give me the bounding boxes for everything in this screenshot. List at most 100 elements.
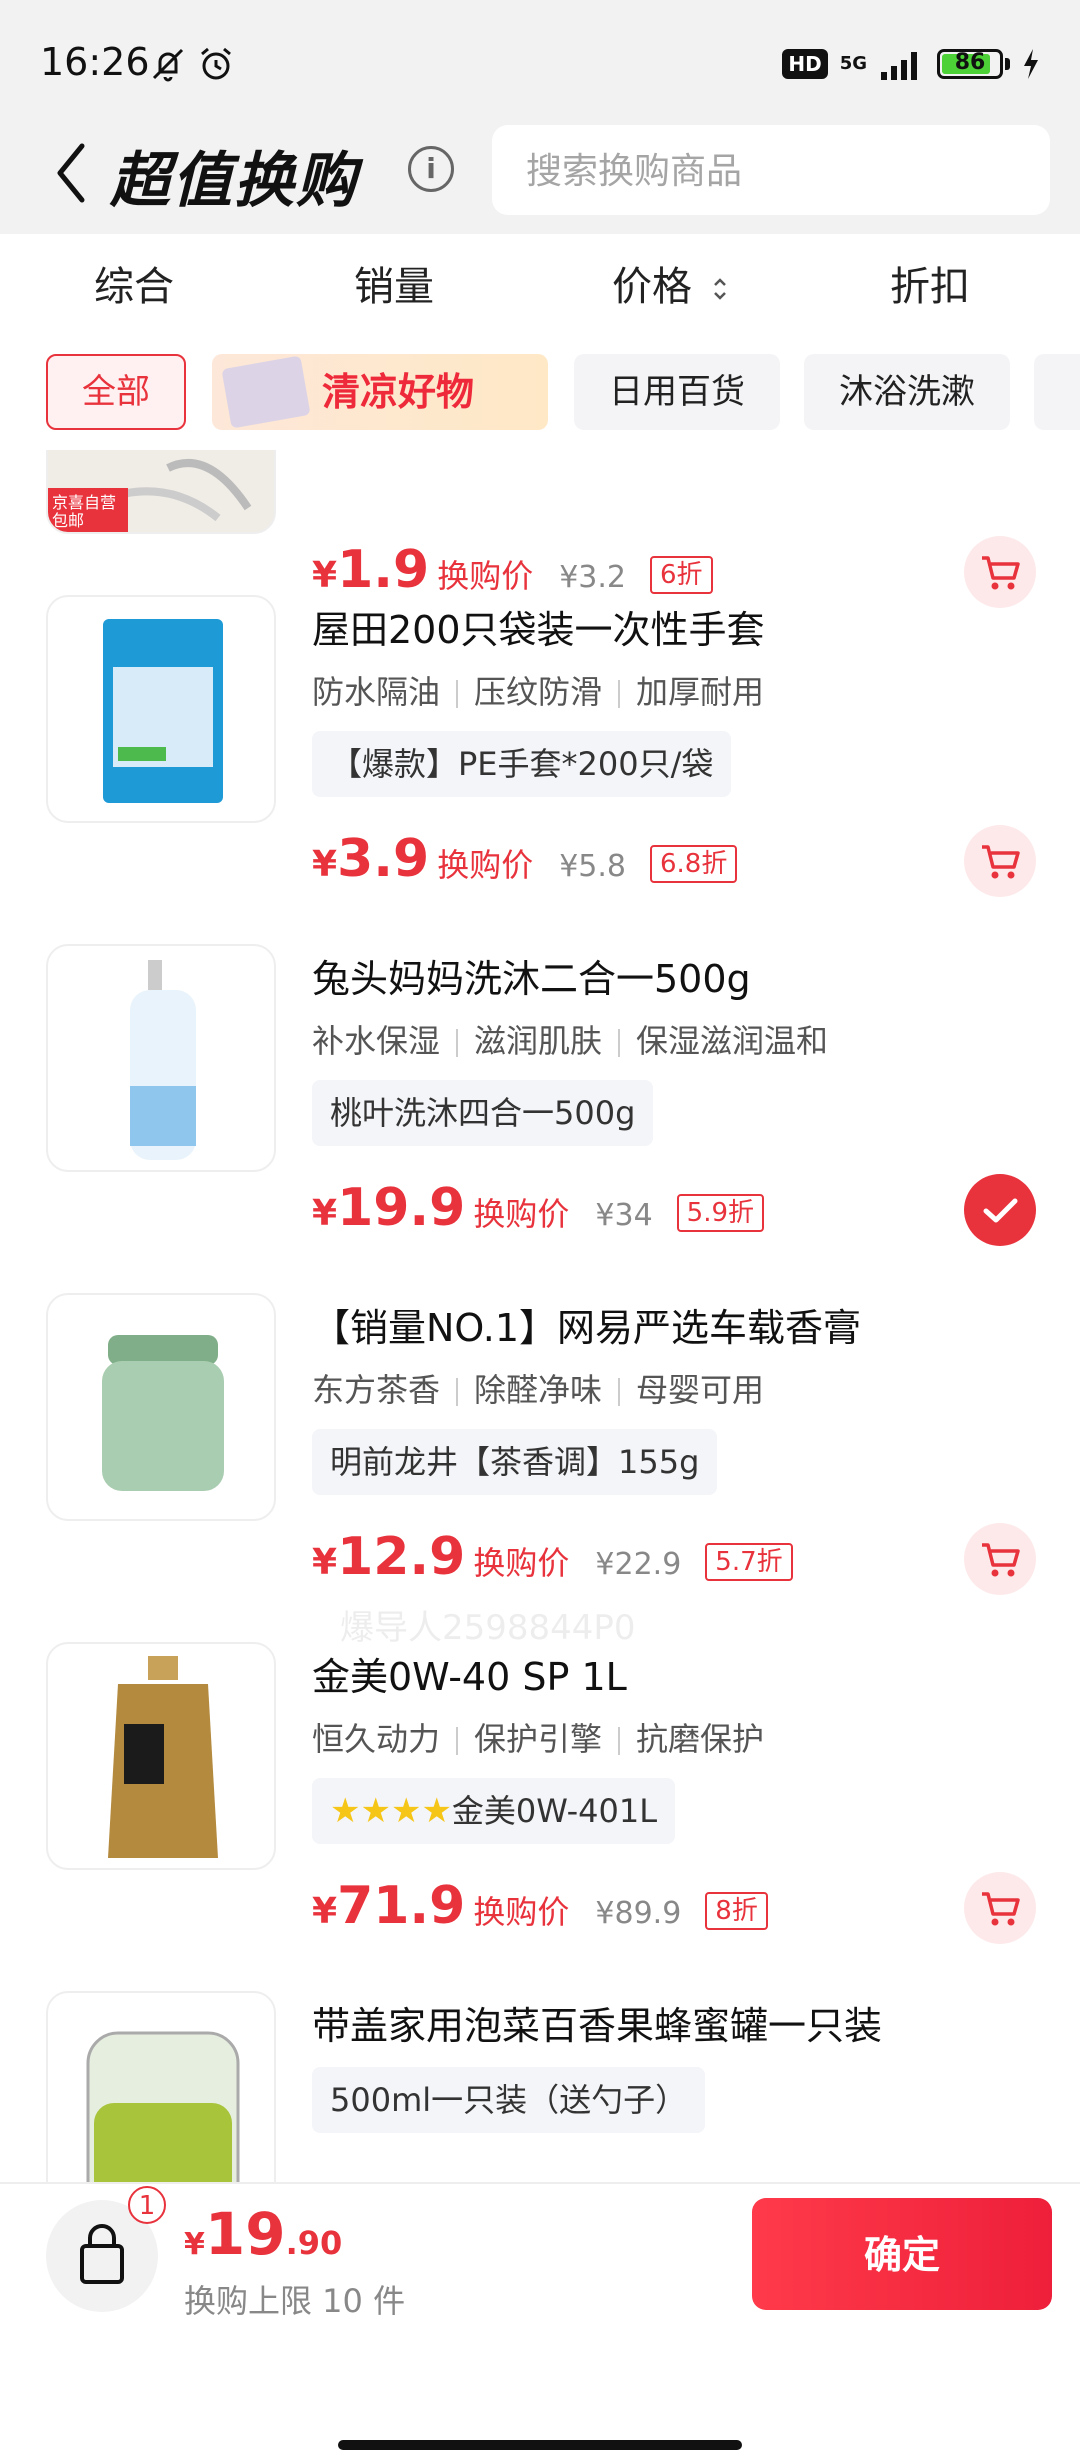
product-item[interactable]: 屋田200只袋装一次性手套 防水隔油 压纹防滑 加厚耐用 【爆款】PE手套*200只… bbox=[0, 595, 1080, 944]
product-tag: 补水保湿 bbox=[312, 1022, 441, 1060]
original-price: ¥3.2 bbox=[559, 560, 626, 595]
product-tags: 防水隔油 压纹防滑 加厚耐用 bbox=[312, 667, 764, 713]
cart-count-badge: 1 bbox=[128, 2186, 166, 2224]
sort-bar: 综合 销量 价格 折扣 bbox=[0, 234, 1080, 350]
price: 3.9 bbox=[337, 829, 430, 889]
chip-bath-wash[interactable]: 沐浴洗漱 bbox=[804, 354, 1010, 430]
page-title: 超值换购 bbox=[110, 146, 358, 216]
total-price: ¥19.90 bbox=[184, 2200, 342, 2268]
promo-thumb bbox=[221, 355, 311, 429]
chip-more-partial[interactable] bbox=[1034, 354, 1080, 430]
tag-separator bbox=[618, 680, 621, 708]
original-price: ¥34 bbox=[595, 1198, 653, 1233]
yen-symbol: ¥ bbox=[312, 844, 338, 885]
chip-all[interactable]: 全部 bbox=[46, 354, 186, 430]
status-time: 16:26 bbox=[40, 40, 150, 84]
chip-cool-goods[interactable]: 清凉好物 bbox=[212, 354, 548, 430]
add-to-cart-button[interactable] bbox=[964, 1523, 1036, 1595]
product-title: 带盖家用泡菜百香果蜂蜜罐一只装 bbox=[312, 2004, 883, 2048]
tag-separator bbox=[618, 1727, 621, 1755]
yen-symbol: ¥ bbox=[312, 1891, 338, 1932]
wash-bottle-image bbox=[130, 960, 196, 1160]
glove-bag-image bbox=[103, 619, 223, 803]
product-thumbnail bbox=[46, 1293, 276, 1521]
product-spec[interactable]: ★★★★金美0W-401L bbox=[312, 1778, 676, 1844]
price-label: 换购价 bbox=[473, 1544, 570, 1582]
product-title: 【销量NO.1】网易严选车载香膏 bbox=[312, 1306, 862, 1350]
tag-separator bbox=[456, 1378, 459, 1406]
sort-tab-comprehensive[interactable]: 综合 bbox=[94, 254, 174, 312]
product-title: 屋田200只袋装一次性手套 bbox=[312, 608, 765, 652]
price-label: 换购价 bbox=[473, 1195, 570, 1233]
product-spec[interactable]: 【爆款】PE手套*200只/袋 bbox=[312, 731, 732, 797]
thumb-badge: 京喜自营包邮 bbox=[52, 493, 117, 530]
product-tag: 东方茶香 bbox=[312, 1371, 441, 1409]
product-thumbnail: 京喜自营包邮 bbox=[46, 450, 276, 534]
price: 19.9 bbox=[337, 1178, 466, 1238]
product-tag: 压纹防滑 bbox=[474, 673, 603, 711]
price-label: 换购价 bbox=[437, 846, 534, 884]
star-rating: ★★★★ bbox=[330, 1791, 452, 1831]
cart-icon bbox=[982, 1892, 1020, 1926]
original-price: ¥5.8 bbox=[559, 849, 626, 884]
product-item[interactable]: 【销量NO.1】网易严选车载香膏 东方茶香 除醛净味 母婴可用 明前龙井【茶香调】1… bbox=[0, 1293, 1080, 1642]
tag-separator bbox=[618, 1378, 621, 1406]
status-right: HD 5G 86 bbox=[782, 44, 1040, 84]
product-tag: 母婴可用 bbox=[636, 1371, 765, 1409]
price-row: ¥71.9 换购价 ¥89.9 8折 bbox=[312, 1876, 768, 1936]
yen-symbol: ¥ bbox=[312, 555, 338, 596]
back-icon[interactable] bbox=[50, 138, 94, 208]
total-dec: .90 bbox=[285, 2224, 343, 2262]
signal-icon bbox=[881, 52, 917, 80]
sort-tab-discount[interactable]: 折扣 bbox=[890, 254, 970, 312]
product-tag: 恒久动力 bbox=[312, 1720, 441, 1758]
price: 1.9 bbox=[337, 540, 430, 600]
chip-cool-goods-label: 清凉好物 bbox=[322, 370, 475, 414]
price: 12.9 bbox=[337, 1527, 466, 1587]
product-spec[interactable]: 500ml一只装（送勺子） bbox=[312, 2067, 706, 2133]
info-icon[interactable]: i bbox=[408, 146, 454, 192]
tag-separator bbox=[456, 1727, 459, 1755]
product-tags: 东方茶香 除醛净味 母婴可用 bbox=[312, 1365, 764, 1411]
filter-bar: 全部 清凉好物 日用百货 沐浴洗漱 bbox=[0, 350, 1080, 450]
product-tag: 除醛净味 bbox=[474, 1371, 603, 1409]
product-tag: 加厚耐用 bbox=[636, 673, 765, 711]
selected-check-button[interactable] bbox=[964, 1174, 1036, 1246]
confirm-button[interactable]: 确定 bbox=[752, 2198, 1052, 2310]
tag-separator bbox=[618, 1029, 621, 1057]
add-to-cart-button[interactable] bbox=[964, 1872, 1036, 1944]
sort-tab-price[interactable]: 价格 bbox=[612, 254, 729, 312]
discount-badge: 8折 bbox=[705, 1892, 768, 1930]
price-row: ¥1.9 换购价 ¥3.2 6折 bbox=[312, 540, 713, 600]
product-item[interactable]: 金美0W-40 SP 1L 恒久动力 保护引擎 抗磨保护 ★★★★金美0W-401L… bbox=[0, 1642, 1080, 1991]
product-item[interactable]: 带盖家用泡菜百香果蜂蜜罐一只装 500ml一只装（送勺子） bbox=[0, 1991, 1080, 2182]
yen-symbol: ¥ bbox=[312, 1193, 338, 1234]
price-row: ¥19.9 换购价 ¥34 5.9折 bbox=[312, 1178, 765, 1238]
product-title: 兔头妈妈洗沐二合一500g bbox=[312, 957, 751, 1001]
product-title: 金美0W-40 SP 1L bbox=[312, 1655, 627, 1699]
header: 超值换购 i bbox=[0, 125, 1080, 234]
watermark: 爆导人2598844P0 bbox=[340, 1608, 636, 1648]
limit-text: 换购上限 10 件 bbox=[184, 2282, 406, 2320]
discount-badge: 6.8折 bbox=[650, 845, 738, 883]
total-yen: ¥ bbox=[184, 2227, 205, 2262]
discount-badge: 6折 bbox=[650, 556, 713, 594]
add-to-cart-button[interactable] bbox=[964, 825, 1036, 897]
product-list: 京喜自营包邮 ¥1.9 换购价 ¥3.2 6折 屋田200只袋装一次性手套 防水隔油压… bbox=[0, 450, 1080, 2182]
search-box[interactable] bbox=[492, 125, 1050, 217]
product-item[interactable]: 兔头妈妈洗沐二合一500g 补水保湿 滋润肌肤 保湿滋润温和 桃叶洗沐四合一500g… bbox=[0, 944, 1080, 1293]
product-thumbnail bbox=[46, 1991, 276, 2182]
oil-bottle-image bbox=[108, 1656, 218, 1858]
chip-daily-goods[interactable]: 日用百货 bbox=[574, 354, 780, 430]
product-tag: 保湿滋润温和 bbox=[636, 1022, 829, 1060]
original-price: ¥89.9 bbox=[595, 1896, 682, 1931]
top-area: 16:26 HD 5G 86 超值换购 i 搜索换购商品 bbox=[0, 0, 1080, 234]
product-spec-label: 金美0W-401L bbox=[451, 1792, 658, 1830]
sort-tab-sales[interactable]: 销量 bbox=[354, 254, 434, 312]
sort-arrows-icon bbox=[713, 278, 726, 300]
search-input[interactable] bbox=[492, 125, 1028, 217]
product-spec[interactable]: 桃叶洗沐四合一500g bbox=[312, 1080, 654, 1146]
product-spec[interactable]: 明前龙井【茶香调】155g bbox=[312, 1429, 718, 1495]
bell-muted-icon bbox=[152, 48, 184, 82]
check-icon bbox=[983, 1198, 1018, 1223]
